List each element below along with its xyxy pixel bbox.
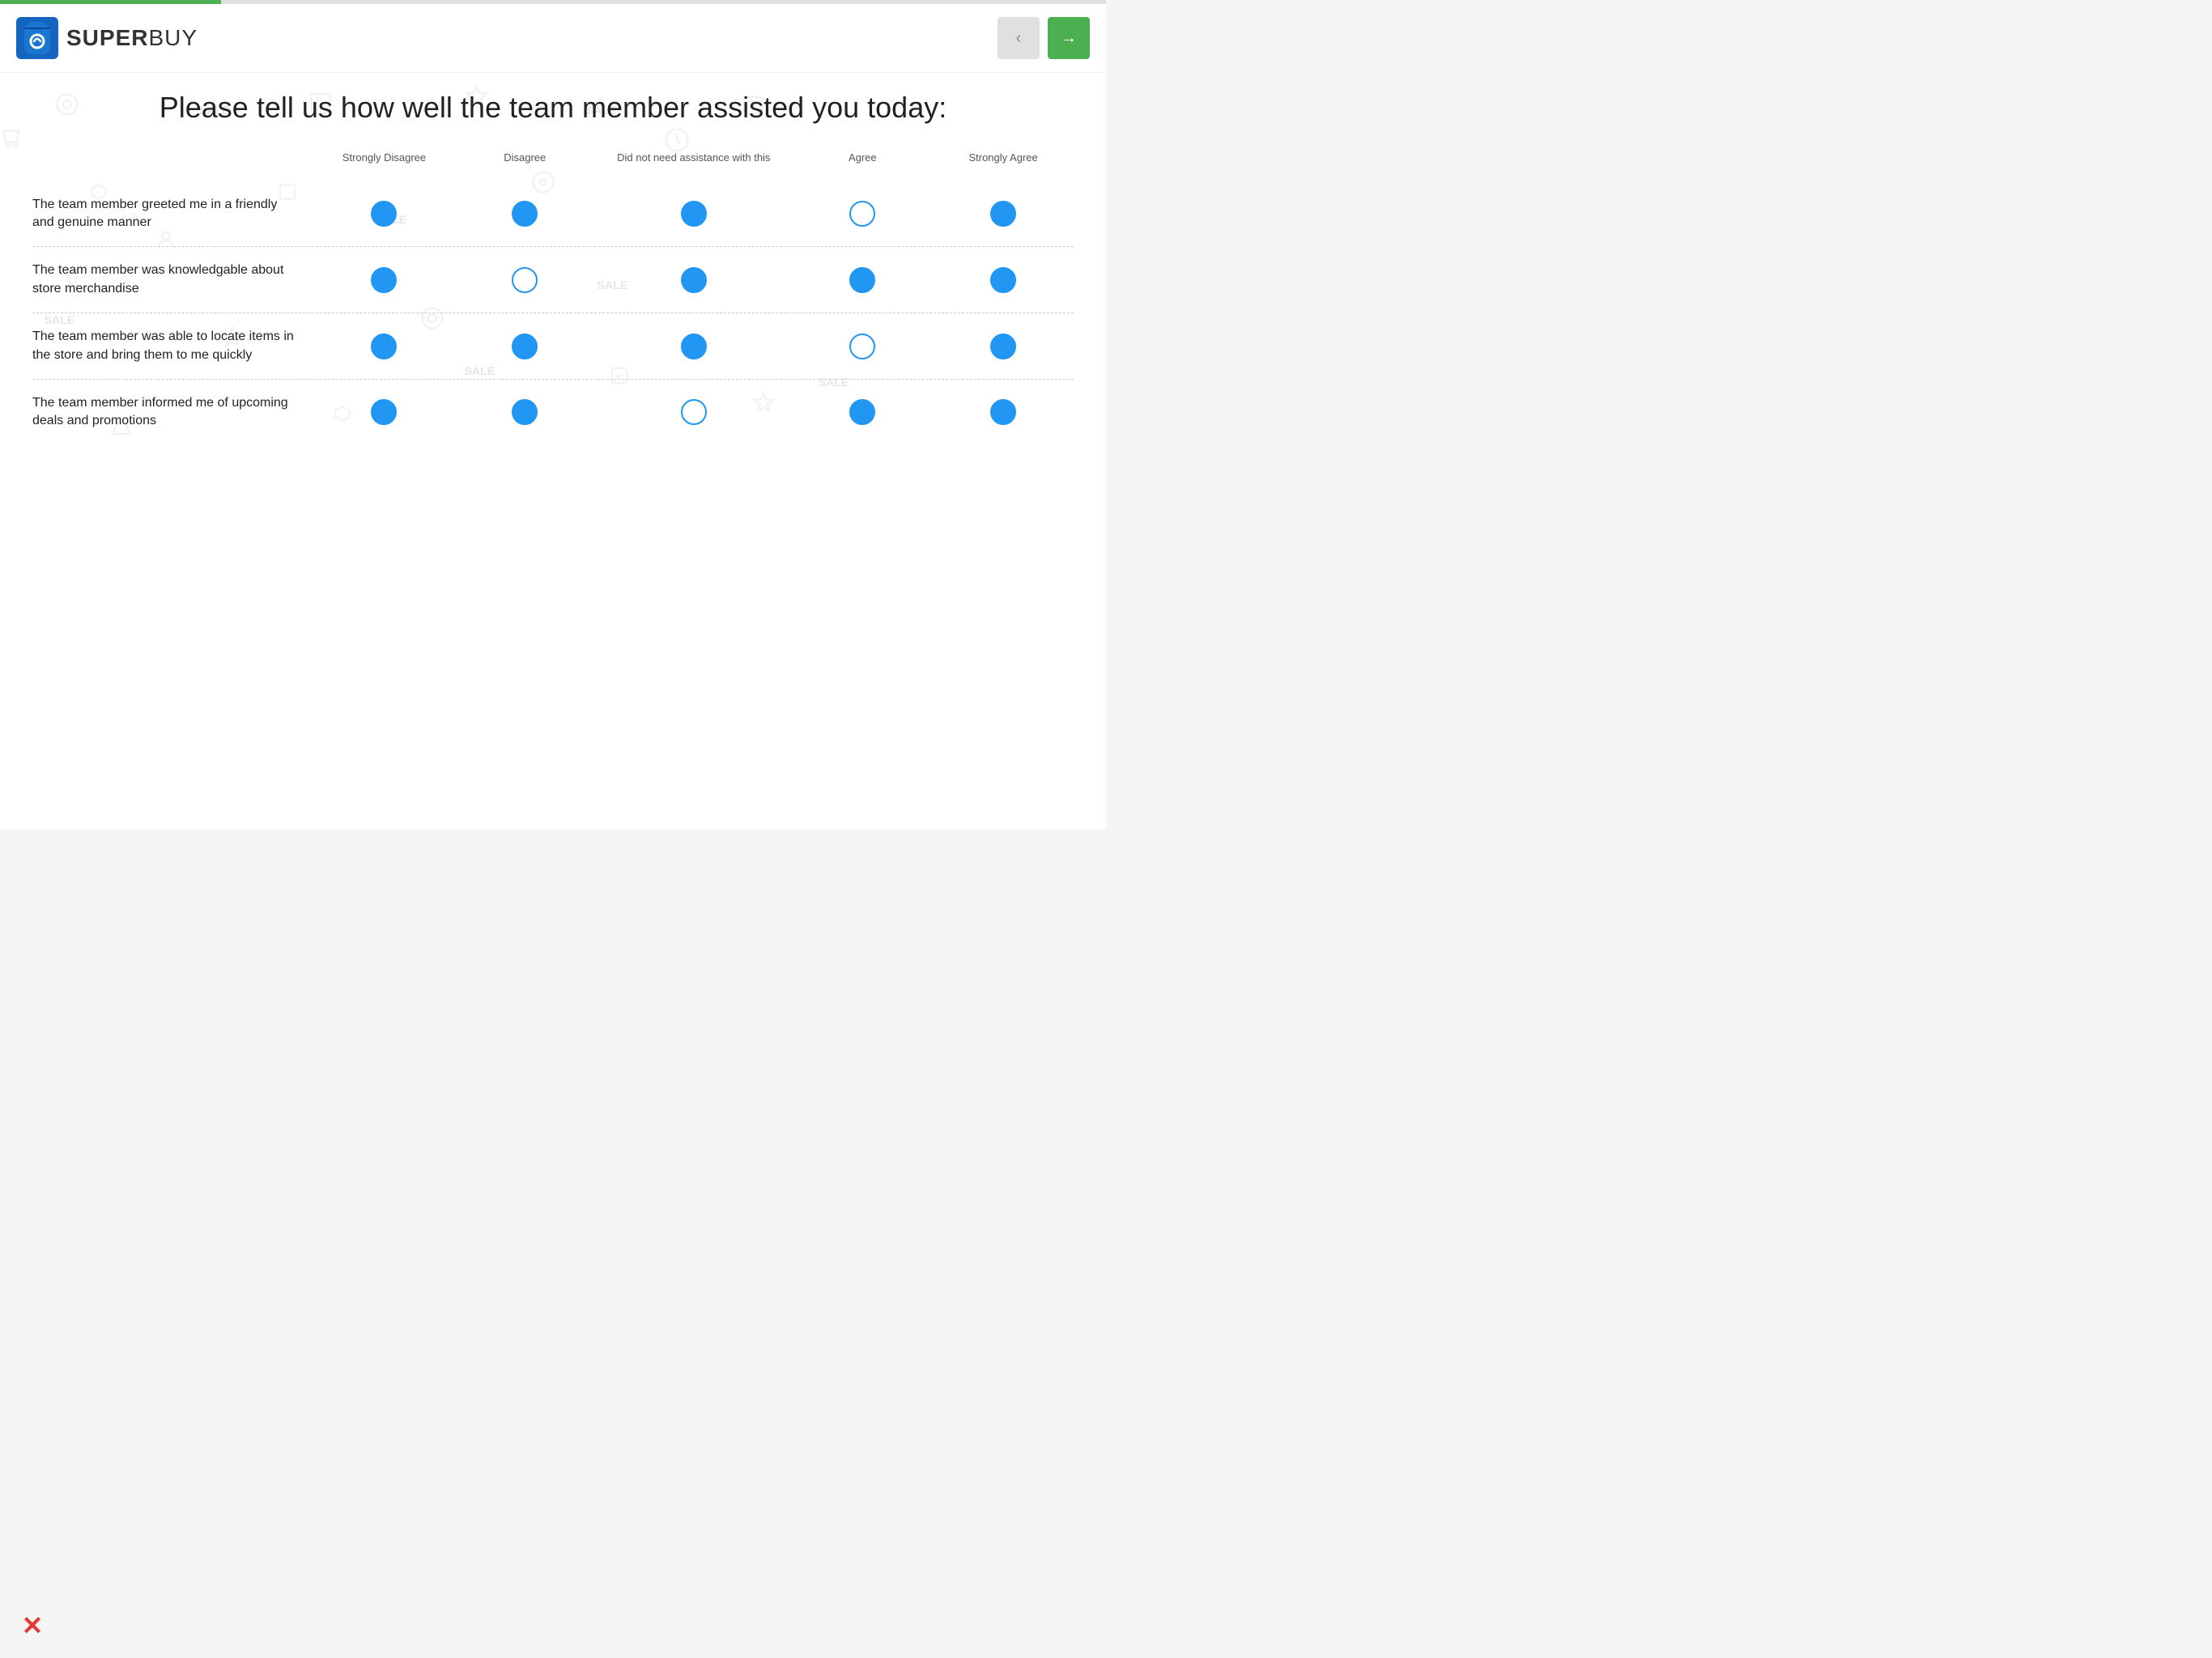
radio-disagree[interactable] (512, 201, 538, 227)
radio-strongly-disagree[interactable] (371, 334, 397, 359)
radio-cell[interactable] (454, 334, 595, 359)
radio-cell[interactable] (314, 267, 455, 293)
logo-text: SUPERBUY (66, 25, 198, 51)
col-header-agree: Agree (792, 151, 933, 165)
close-icon: ✕ (22, 1613, 44, 1639)
radio-disagree[interactable] (512, 267, 538, 293)
radio-disagree[interactable] (512, 334, 538, 359)
radio-strongly-agree[interactable] (990, 334, 1016, 359)
radio-cell[interactable] (314, 399, 455, 425)
watermark-icon (664, 127, 690, 153)
radio-strongly-agree[interactable] (990, 201, 1016, 227)
radio-strongly-disagree[interactable] (371, 267, 397, 293)
radio-strongly-disagree[interactable] (371, 399, 397, 425)
radio-strongly-disagree[interactable] (371, 201, 397, 227)
survey-column-headers: Strongly Disagree Disagree Did not need … (32, 151, 1074, 173)
radio-cell[interactable] (933, 201, 1074, 227)
radio-agree[interactable] (849, 201, 875, 227)
next-button[interactable]: → (1048, 17, 1090, 59)
radio-cell[interactable] (595, 267, 792, 293)
radio-cell[interactable] (595, 334, 792, 359)
radio-agree[interactable] (849, 399, 875, 425)
col-header-strongly-agree: Strongly Agree (933, 151, 1074, 165)
survey-row: The team member informed me of upcoming … (32, 380, 1074, 445)
radio-cell[interactable] (595, 399, 792, 425)
logo-icon (16, 17, 58, 59)
survey-table: Strongly Disagree Disagree Did not need … (32, 151, 1074, 445)
col-header-disagree: Disagree (454, 151, 595, 165)
main-content: SALE SALE SALE SALE SALE SALE SALE (0, 73, 1106, 461)
row-label: The team member was knowledgable about s… (32, 261, 314, 298)
close-button[interactable]: ✕ (16, 1609, 49, 1642)
row-label: The team member informed me of upcoming … (32, 394, 314, 431)
radio-cell[interactable] (454, 399, 595, 425)
radio-did-not-need[interactable] (681, 399, 707, 425)
back-button[interactable]: ‹ (998, 17, 1040, 59)
progress-bar-fill (0, 0, 221, 4)
col-header-question (32, 151, 314, 165)
radio-cell[interactable] (595, 201, 792, 227)
radio-cell[interactable] (933, 399, 1074, 425)
radio-cell[interactable] (792, 399, 933, 425)
survey-row: The team member was able to locate items… (32, 313, 1074, 380)
col-header-strongly-disagree: Strongly Disagree (314, 151, 455, 165)
logo-area: SUPERBUY (16, 17, 198, 59)
survey-row: The team member was knowledgable about s… (32, 247, 1074, 313)
row-label: The team member greeted me in a friendly… (32, 196, 314, 232)
radio-cell[interactable] (792, 267, 933, 293)
radio-disagree[interactable] (512, 399, 538, 425)
radio-agree[interactable] (849, 334, 875, 359)
radio-did-not-need[interactable] (681, 201, 707, 227)
nav-buttons: ‹ → (998, 17, 1090, 59)
header: SUPERBUY ‹ → (0, 4, 1106, 73)
radio-strongly-agree[interactable] (990, 267, 1016, 293)
radio-did-not-need[interactable] (681, 267, 707, 293)
row-label: The team member was able to locate items… (32, 328, 314, 364)
radio-cell[interactable] (933, 267, 1074, 293)
radio-did-not-need[interactable] (681, 334, 707, 359)
radio-cell[interactable] (933, 334, 1074, 359)
radio-cell[interactable] (454, 267, 595, 293)
radio-cell[interactable] (792, 334, 933, 359)
progress-bar (0, 0, 1106, 4)
radio-cell[interactable] (314, 334, 455, 359)
radio-strongly-agree[interactable] (990, 399, 1016, 425)
watermark-icon (0, 127, 23, 150)
radio-agree[interactable] (849, 267, 875, 293)
col-header-did-not-need: Did not need assistance with this (595, 151, 792, 165)
radio-cell[interactable] (454, 201, 595, 227)
radio-cell[interactable] (314, 201, 455, 227)
bottom-bar: ✕ (16, 1609, 49, 1642)
page-title: Please tell us how well the team member … (32, 89, 1074, 127)
radio-cell[interactable] (792, 201, 933, 227)
survey-row: The team member greeted me in a friendly… (32, 181, 1074, 248)
